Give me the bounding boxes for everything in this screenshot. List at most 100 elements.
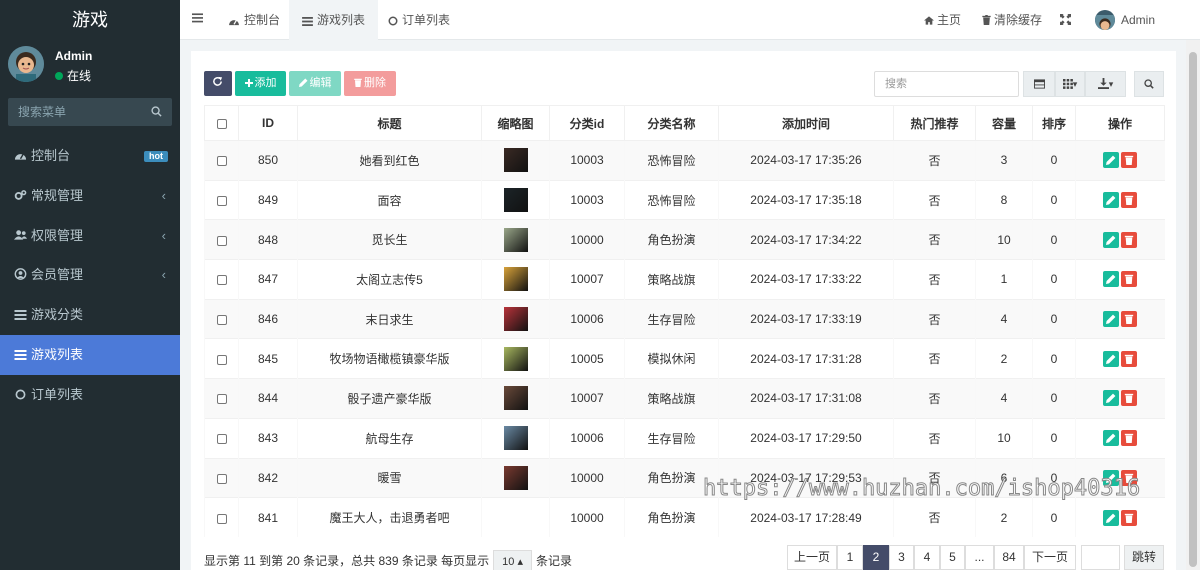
user-menu[interactable]: Admin [1095,0,1155,40]
column-header[interactable]: 添加时间 [718,105,894,141]
row-delete-button[interactable] [1121,271,1138,288]
column-header[interactable]: 容量 [975,105,1033,141]
pencil-icon [1106,235,1116,245]
table-row[interactable]: 846 末日求生 10006 生存冒险 2024-03-17 17:33:19 否 4 0 [204,298,1165,339]
tab-orders[interactable]: 订单列表 [375,0,463,40]
row-edit-button[interactable] [1103,350,1120,367]
row-checkbox[interactable] [216,513,227,524]
page-button[interactable]: 3 [889,545,914,570]
row-checkbox[interactable] [216,354,227,365]
column-header[interactable]: 分类id [549,105,625,141]
row-edit-button[interactable] [1103,231,1120,248]
row-delete-button[interactable] [1121,311,1138,328]
cell-capacity: 2 [975,497,1033,538]
sidebar-item-members[interactable]: 会员管理 ‹ [0,255,180,295]
cell-id: 844 [238,378,298,419]
column-header[interactable]: 缩略图 [481,105,550,141]
row-delete-button[interactable] [1121,152,1138,169]
row-edit-button[interactable] [1103,152,1120,169]
edit-button[interactable]: 编辑 [289,71,341,96]
row-checkbox[interactable] [216,195,227,206]
menu-search-input[interactable] [8,98,172,126]
column-header[interactable]: 标题 [297,105,482,141]
page-scrollbar[interactable] [1186,40,1200,570]
menu-toggle-icon[interactable] [192,13,203,23]
page-button[interactable]: 5 [940,545,965,570]
row-delete-button[interactable] [1121,430,1138,447]
row-delete-button[interactable] [1121,192,1138,209]
page-button-active[interactable]: 2 [863,545,889,570]
add-button[interactable]: 添加 [235,71,286,96]
toggle-view-button[interactable] [1023,71,1055,97]
row-checkbox[interactable] [216,275,227,286]
row-edit-button[interactable] [1103,509,1120,526]
sidebar-item-permissions[interactable]: 权限管理 ‹ [0,216,180,256]
tab-label: 订单列表 [402,13,451,27]
page-button[interactable]: 1 [837,545,863,570]
row-checkbox[interactable] [216,473,227,484]
prev-page-button[interactable]: 上一页 [787,545,837,570]
row-checkbox[interactable] [216,314,227,325]
columns-button[interactable]: ▾ [1055,71,1085,97]
row-delete-button[interactable] [1121,509,1138,526]
table-search-input[interactable] [875,72,1018,96]
table-row[interactable]: 841 魔王大人，击退勇者吧 10000 角色扮演 2024-03-17 17:28:4… [204,497,1165,538]
table-row[interactable]: 848 觅长生 10000 角色扮演 2024-03-17 17:34:22 否 10 0 [204,219,1165,260]
scrollbar-thumb[interactable] [1189,52,1197,567]
cell-sort: 0 [1032,417,1076,458]
row-delete-button[interactable] [1121,390,1138,407]
table-row[interactable]: 843 航母生存 10006 生存冒险 2024-03-17 17:29:50 否 10 0 [204,417,1165,458]
delete-button[interactable]: 删除 [344,71,396,96]
jump-page-input[interactable] [1081,545,1120,570]
row-edit-button[interactable] [1103,390,1120,407]
column-header[interactable]: ID [238,105,298,141]
sidebar-item-general[interactable]: 常规管理 ‹ [0,176,180,216]
clear-cache-button[interactable]: 清除缓存 [982,0,1042,40]
page-button[interactable]: 4 [914,545,940,570]
row-select-cell [204,378,239,419]
sidebar-item-game-list[interactable]: 游戏列表 [0,334,180,375]
select-all-checkbox[interactable] [216,118,227,129]
row-delete-button[interactable] [1121,350,1138,367]
sidebar-item-orders[interactable]: 订单列表 [0,375,180,415]
table-row[interactable]: 845 牧场物语橄榄镇豪华版 10005 模拟休闲 2024-03-17 17:31:2… [204,338,1165,379]
column-header[interactable]: 热门推荐 [893,105,976,141]
pencil-icon [1106,195,1116,206]
tab-game-list[interactable]: 游戏列表 [289,0,379,40]
table-row[interactable]: 847 太阁立志传5 10007 策略战旗 2024-03-17 17:33:22 否 1 0 [204,259,1165,300]
cell-thumbnail [481,179,550,220]
row-edit-button[interactable] [1103,271,1120,288]
column-header[interactable]: 分类名称 [624,105,719,141]
page-button[interactable]: 84 [994,545,1024,570]
next-page-button[interactable]: 下一页 [1024,545,1076,570]
row-edit-button[interactable] [1103,430,1120,447]
tab-dashboard[interactable]: 控制台 [215,0,293,40]
row-checkbox[interactable] [216,235,227,246]
row-checkbox[interactable] [216,156,227,167]
trash-icon [1125,195,1134,206]
table-row[interactable]: 844 骰子遗产豪华版 10007 策略战旗 2024-03-17 17:31:08 否 4… [204,378,1165,419]
sidebar-item-game-categories[interactable]: 游戏分类 [0,295,180,335]
export-button[interactable]: ▾ [1085,71,1126,97]
home-link[interactable]: 主页 [924,0,961,40]
table-row[interactable]: 849 面容 10003 恐怖冒险 2024-03-17 17:35:18 否 8 0 [204,179,1165,220]
pencil-icon [1106,394,1116,404]
table-row[interactable]: 850 她看到红色 10003 恐怖冒险 2024-03-17 17:35:26 否 3 0 [204,140,1165,181]
pencil-icon [1106,354,1116,364]
search-toggle-button[interactable] [1134,71,1164,97]
row-edit-button[interactable] [1103,311,1120,328]
app-logo[interactable]: 游戏 [0,0,180,40]
row-checkbox[interactable] [216,433,227,444]
row-edit-button[interactable] [1103,192,1120,209]
cell-thumbnail [481,338,550,379]
cell-category-id: 10006 [549,298,625,339]
row-delete-button[interactable] [1121,231,1138,248]
row-checkbox[interactable] [216,394,227,405]
fullscreen-button[interactable] [1060,0,1074,40]
jump-button[interactable]: 跳转 [1124,545,1164,570]
cell-created-time: 2024-03-17 17:33:19 [718,298,894,339]
refresh-button[interactable] [204,71,232,96]
sidebar-item-dashboard[interactable]: 控制台 hot [0,136,180,176]
search-icon[interactable] [151,106,162,117]
column-header[interactable]: 排序 [1032,105,1076,141]
